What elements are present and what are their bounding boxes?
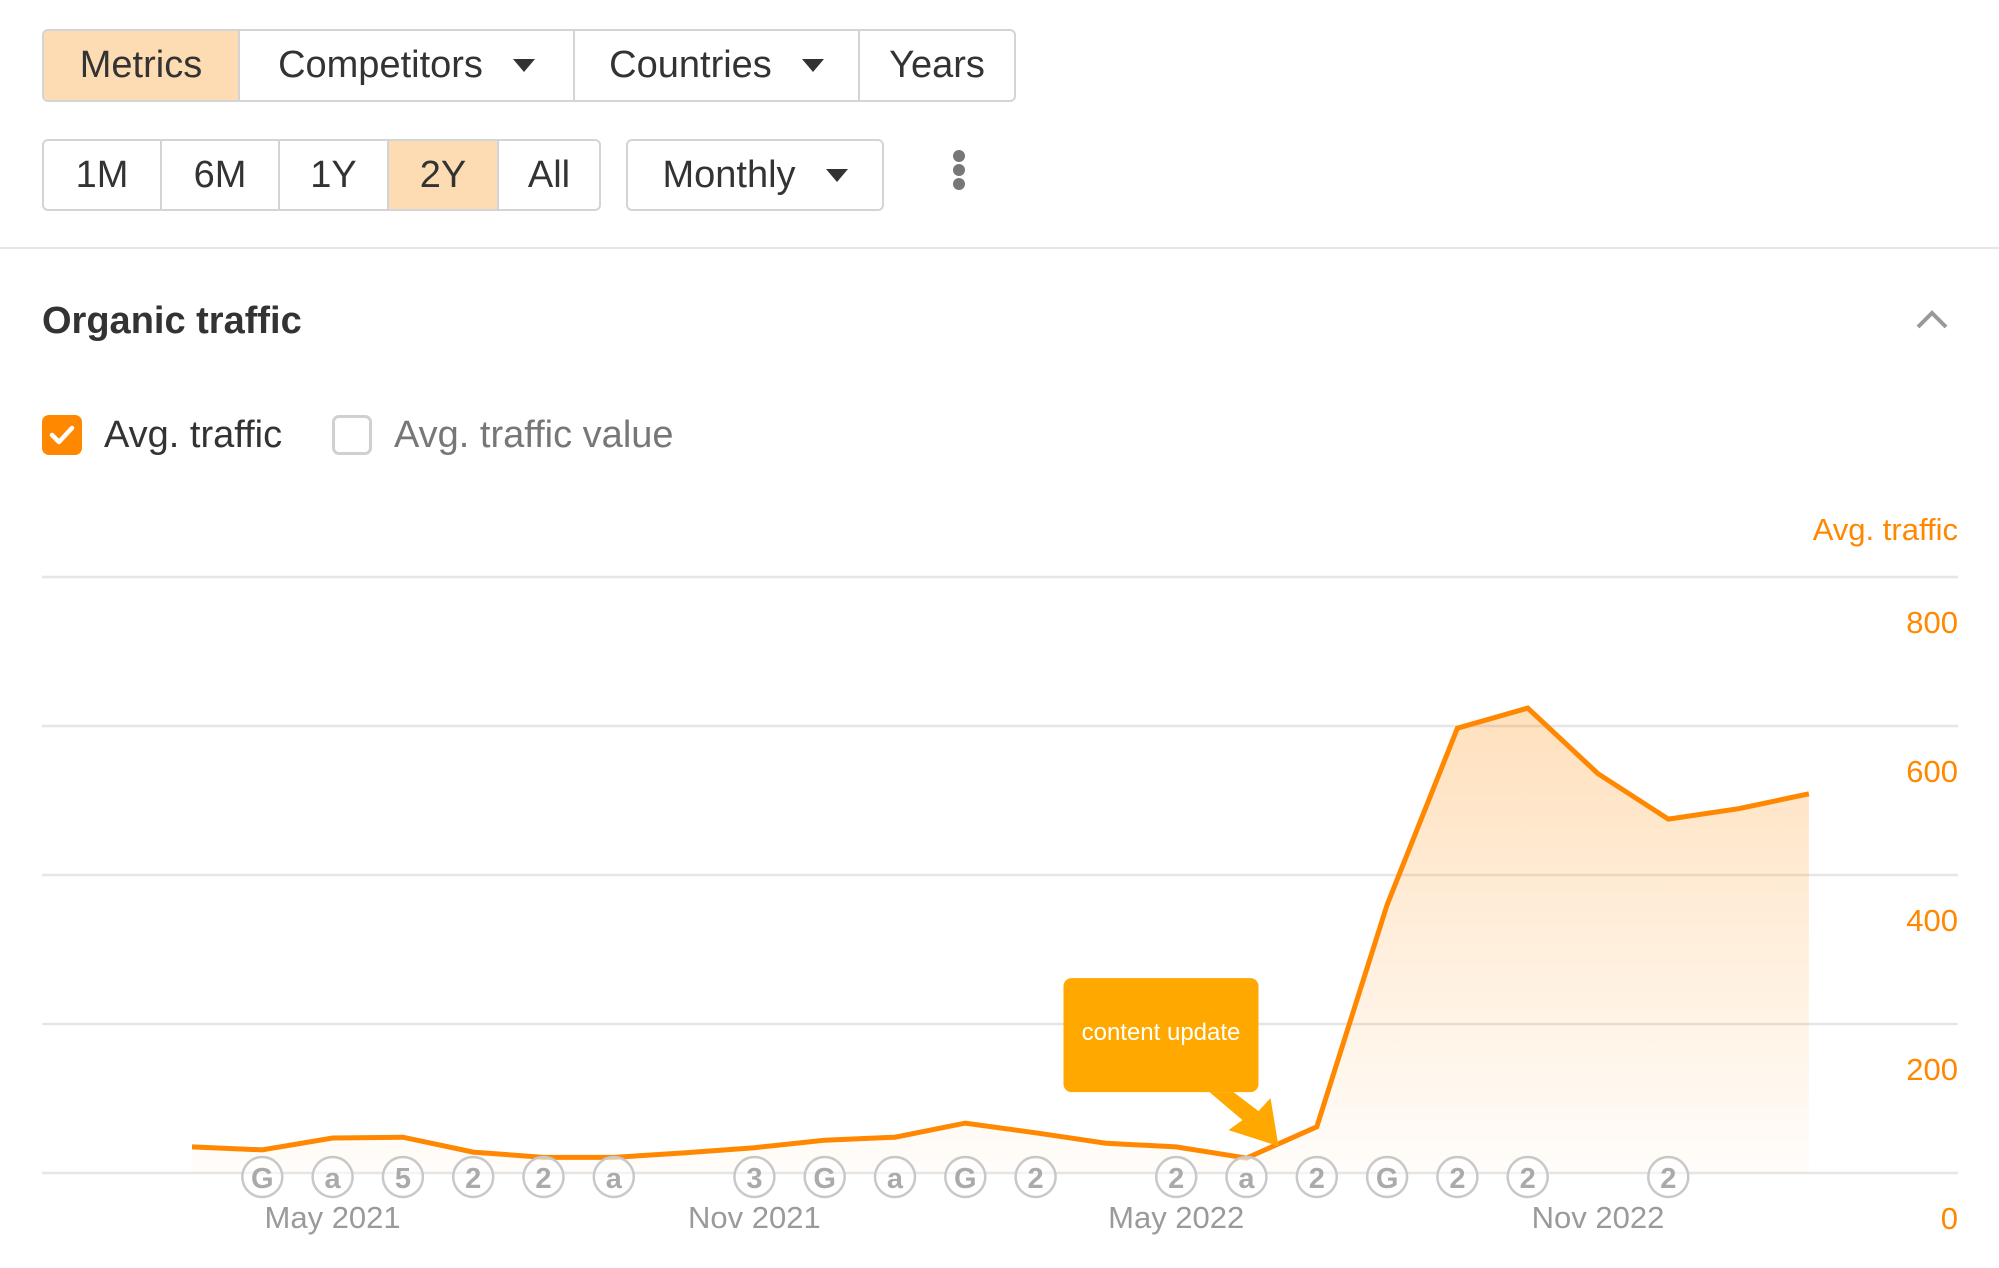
data-point[interactable] xyxy=(1385,902,1390,907)
event-marker[interactable]: G xyxy=(803,1155,846,1199)
event-marker[interactable]: 2 xyxy=(1436,1155,1479,1199)
callout-arrow-icon xyxy=(1209,1092,1279,1147)
data-point[interactable] xyxy=(1525,706,1530,711)
event-marker[interactable]: G xyxy=(241,1155,284,1199)
event-marker[interactable]: 2 xyxy=(1154,1155,1198,1199)
event-marker-label: G xyxy=(954,1163,977,1195)
data-point[interactable] xyxy=(1806,791,1811,796)
data-point[interactable] xyxy=(1314,1124,1319,1129)
data-point[interactable] xyxy=(1666,817,1671,822)
y-tick-label: 800 xyxy=(1906,605,1958,640)
x-tick-label: May 2022 xyxy=(1108,1200,1244,1235)
data-point[interactable] xyxy=(752,1145,757,1150)
data-point[interactable] xyxy=(963,1121,968,1126)
event-marker[interactable]: G xyxy=(944,1155,987,1199)
x-tick-label: Nov 2021 xyxy=(688,1200,821,1235)
data-point[interactable] xyxy=(1736,806,1741,811)
x-tick-label: Nov 2022 xyxy=(1532,1200,1665,1235)
y-tick-label: 0 xyxy=(1941,1201,1958,1236)
x-tick-label: May 2021 xyxy=(265,1200,401,1235)
event-marker-label: G xyxy=(813,1163,836,1195)
event-marker[interactable]: a xyxy=(873,1155,917,1199)
y-tick-label: 600 xyxy=(1906,754,1958,789)
traffic-area xyxy=(192,708,1809,1173)
event-marker[interactable]: 2 xyxy=(1647,1155,1690,1199)
event-marker[interactable]: 2 xyxy=(1506,1155,1549,1199)
y-axis-title: Avg. traffic xyxy=(1813,512,1958,547)
data-point[interactable] xyxy=(1596,771,1601,776)
event-marker-label: a xyxy=(325,1163,342,1195)
event-marker-label: 2 xyxy=(1168,1163,1184,1195)
organic-traffic-chart: Avg. traffic 0 200 400 600 800 Ga 5 2 2 a 3 Ga G 2 2 a… xyxy=(42,512,1958,1236)
data-point[interactable] xyxy=(190,1144,195,1149)
event-marker[interactable]: a xyxy=(311,1155,354,1199)
data-point[interactable] xyxy=(260,1147,265,1152)
event-marker[interactable]: 2 xyxy=(451,1155,495,1199)
event-marker-label: 2 xyxy=(1028,1163,1044,1195)
data-point[interactable] xyxy=(1174,1144,1179,1149)
event-marker[interactable]: 2 xyxy=(1014,1155,1057,1199)
event-marker-label: G xyxy=(1376,1163,1399,1195)
event-marker[interactable]: a xyxy=(592,1155,636,1199)
event-marker[interactable]: 3 xyxy=(733,1155,776,1199)
event-marker-label: a xyxy=(1238,1163,1255,1195)
event-marker[interactable]: a xyxy=(1225,1155,1268,1199)
event-marker-label: 5 xyxy=(395,1163,411,1195)
callout-text: content update xyxy=(1082,1019,1241,1046)
event-marker-label: 2 xyxy=(1520,1163,1536,1195)
event-marker-label: 3 xyxy=(746,1163,762,1195)
data-point[interactable] xyxy=(471,1150,476,1155)
data-point[interactable] xyxy=(330,1135,335,1140)
data-point[interactable] xyxy=(682,1150,687,1155)
y-tick-label: 200 xyxy=(1906,1052,1958,1087)
event-marker[interactable]: G xyxy=(1365,1155,1409,1199)
annotation-callout: content update xyxy=(1063,978,1279,1147)
event-marker-label: G xyxy=(251,1163,274,1195)
data-point[interactable] xyxy=(1033,1130,1038,1135)
data-point[interactable] xyxy=(822,1138,827,1143)
event-marker-label: a xyxy=(606,1163,623,1195)
data-point[interactable] xyxy=(1103,1141,1108,1146)
event-marker[interactable]: 2 xyxy=(1295,1155,1339,1199)
event-marker-label: 2 xyxy=(1449,1163,1465,1195)
data-point[interactable] xyxy=(400,1135,405,1140)
data-point[interactable] xyxy=(893,1135,898,1140)
event-marker-label: a xyxy=(887,1163,904,1195)
event-marker[interactable]: 5 xyxy=(381,1155,425,1199)
event-marker-label: 2 xyxy=(1309,1163,1325,1195)
y-tick-label: 400 xyxy=(1906,903,1958,938)
event-marker-label: 2 xyxy=(1660,1163,1676,1195)
data-point[interactable] xyxy=(1455,726,1460,731)
event-marker[interactable]: 2 xyxy=(522,1155,565,1199)
event-marker-label: 2 xyxy=(535,1163,551,1195)
event-marker-label: 2 xyxy=(465,1163,481,1195)
